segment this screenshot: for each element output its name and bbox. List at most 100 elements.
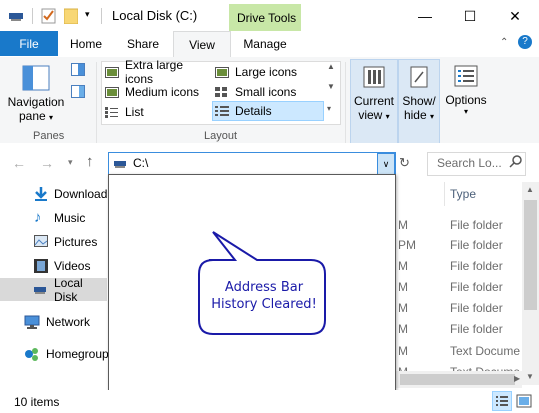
options-icon [454, 65, 478, 87]
ribbon-collapse-icon[interactable]: ⌃ [500, 37, 508, 48]
layout-scroll-up-icon[interactable]: ▲ [327, 62, 335, 71]
qat-dropdown-icon[interactable]: ▾ [85, 9, 90, 20]
minimize-button[interactable]: — [402, 0, 448, 32]
qat-separator [32, 8, 33, 24]
tab-file[interactable]: File [0, 31, 58, 56]
nav-item-music[interactable]: ♪ Music [0, 206, 107, 229]
row-type: File folder [450, 259, 503, 273]
list-icon [105, 106, 119, 118]
layout-large-icons[interactable]: Large icons [215, 63, 319, 81]
address-drive-icon [114, 158, 128, 168]
row-type: Text Documen [450, 344, 520, 358]
videos-icon [34, 258, 48, 273]
nav-item-network[interactable]: Network [0, 310, 107, 333]
layout-details-label: Details [235, 104, 272, 118]
layout-details[interactable]: Details [212, 101, 324, 121]
layout-large-icons-label: Large icons [235, 65, 298, 79]
horizontal-scroll-thumb[interactable] [400, 374, 515, 385]
show-hide-button[interactable]: Show/ hide ▾ [398, 59, 440, 145]
nav-item-label: Music [54, 210, 86, 225]
layout-extra-large-icons-label: Extra large icons [125, 58, 184, 86]
row-date-tail: M [398, 280, 408, 294]
forward-arrow-icon[interactable]: → [40, 155, 54, 171]
layout-small-icons[interactable]: Small icons [215, 83, 319, 101]
refresh-icon[interactable]: ↻ [399, 155, 410, 171]
options-chevron-icon: ▾ [463, 107, 468, 116]
scroll-thumb[interactable] [524, 200, 537, 310]
drive-tools-context-label: Drive Tools [229, 4, 301, 31]
navigation-pane-label: Navigation [7, 95, 65, 109]
nav-item-label: Local Disk [54, 275, 83, 304]
layout-small-icons-label: Small icons [235, 85, 297, 99]
back-arrow-icon[interactable]: ← [12, 155, 26, 171]
layout-list[interactable]: List [105, 103, 209, 121]
layout-medium-icons[interactable]: Medium icons [105, 83, 209, 101]
navigation-pane-button[interactable]: Navigation pane ▾ [4, 59, 68, 127]
nav-item-label: Homegroup [46, 346, 109, 361]
show-hide-icon [408, 66, 430, 88]
pictures-icon [34, 234, 48, 249]
layout-group-label: Layout [204, 130, 238, 142]
current-view-label-2: view ▾ [358, 108, 390, 122]
title-separator [101, 8, 102, 24]
small-icons-icon [215, 86, 229, 98]
status-bar [0, 390, 539, 413]
nav-item-pictures[interactable]: Pictures [0, 230, 107, 253]
callout-text-line2: History Cleared! [211, 297, 317, 312]
layout-expand-icon[interactable]: ▾ [327, 104, 331, 113]
row-type: File folder [450, 218, 503, 232]
nav-item-downloads[interactable]: Download [0, 182, 107, 205]
ribbon-separator [96, 62, 97, 144]
nav-item-label: Network [46, 314, 91, 329]
maximize-button[interactable]: ☐ [447, 0, 493, 32]
scroll-down-icon[interactable]: ▼ [526, 372, 534, 381]
column-header-type[interactable]: Type [450, 187, 476, 201]
tab-home[interactable]: Home [58, 31, 114, 56]
medium-icons-icon [105, 86, 119, 98]
help-icon[interactable]: ? [518, 35, 532, 49]
options-button[interactable]: Options ▾ [442, 59, 490, 127]
layout-scroll-down-icon[interactable]: ▼ [327, 82, 335, 91]
search-icon[interactable] [509, 154, 523, 168]
show-hide-label-2: hide ▾ [403, 108, 435, 122]
nav-item-videos[interactable]: Videos [0, 254, 107, 277]
row-type: File folder [450, 322, 503, 336]
items-count: 10 items [14, 395, 60, 409]
network-icon [24, 315, 40, 329]
callout-text-line1: Address Bar [224, 280, 304, 295]
close-button[interactable]: ✕ [492, 0, 538, 32]
address-bar[interactable] [108, 152, 396, 176]
tab-share[interactable]: Share [114, 31, 172, 56]
address-path[interactable]: C:\ [133, 156, 148, 170]
properties-icon[interactable] [41, 8, 57, 24]
details-view-toggle-icon[interactable] [492, 391, 512, 411]
nav-item-label: Videos [54, 258, 91, 273]
current-view-button[interactable]: Current view ▾ [350, 59, 398, 145]
preview-pane-icon[interactable] [71, 63, 85, 76]
nav-item-local-disk[interactable]: Local Disk [0, 275, 107, 304]
large-icons-icon [215, 66, 229, 78]
large-icons-view-toggle-icon[interactable] [515, 392, 533, 410]
show-hide-label: Show/ [402, 94, 436, 108]
download-arrow-icon [34, 186, 48, 202]
row-date-tail: M [398, 301, 408, 315]
scroll-up-icon[interactable]: ▲ [526, 185, 534, 194]
up-arrow-icon[interactable]: ↑ [86, 153, 94, 170]
recent-locations-icon[interactable]: ▾ [68, 157, 73, 168]
details-pane-icon[interactable] [71, 85, 85, 98]
tab-manage[interactable]: Manage [229, 31, 301, 56]
tab-view[interactable]: View [173, 31, 231, 58]
layout-extra-large-icons[interactable]: Extra large icons [105, 58, 209, 86]
new-folder-icon[interactable] [63, 8, 79, 25]
row-date-tail: PM [398, 238, 416, 252]
extra-large-icons-icon [105, 66, 119, 78]
music-note-icon: ♪ [34, 208, 42, 226]
navigation-pane-icon [22, 65, 50, 91]
scroll-right-icon[interactable]: ▶ [514, 374, 520, 383]
layout-list-label: List [125, 105, 144, 119]
layout-medium-icons-label: Medium icons [125, 85, 200, 99]
current-view-icon [363, 66, 385, 88]
nav-item-homegroup[interactable]: Homegroup [0, 342, 109, 365]
navigation-pane-label-2: pane ▾ [18, 109, 54, 123]
address-history-dropdown-button[interactable]: ∨ [377, 153, 395, 175]
